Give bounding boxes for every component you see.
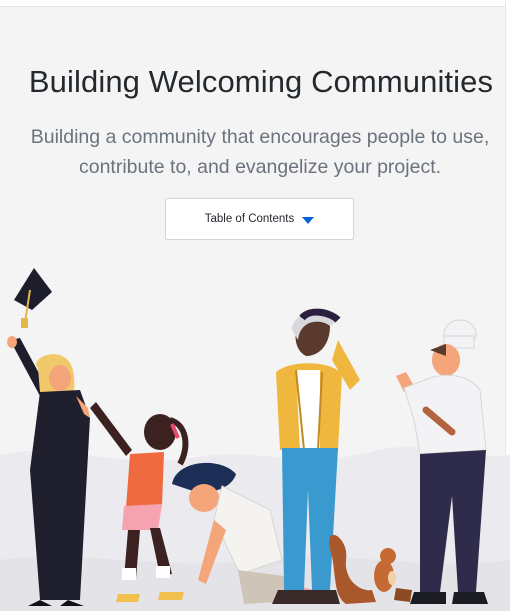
table-of-contents-button[interactable]: Table of Contents xyxy=(165,198,354,240)
window-top-border xyxy=(0,0,510,7)
page-subtitle: Building a community that encourages peo… xyxy=(20,122,500,182)
toc-label: Table of Contents xyxy=(204,213,295,225)
caret-down-icon xyxy=(302,216,315,224)
subtitle-line-2: contribute to, and evangelize your proje… xyxy=(78,156,442,178)
hero-illustration xyxy=(0,268,510,611)
page-title: Building Welcoming Communities xyxy=(28,64,494,99)
graduate-cap-icon xyxy=(14,268,52,328)
subtitle-line-1: Building a community that encourages peo… xyxy=(30,126,490,148)
